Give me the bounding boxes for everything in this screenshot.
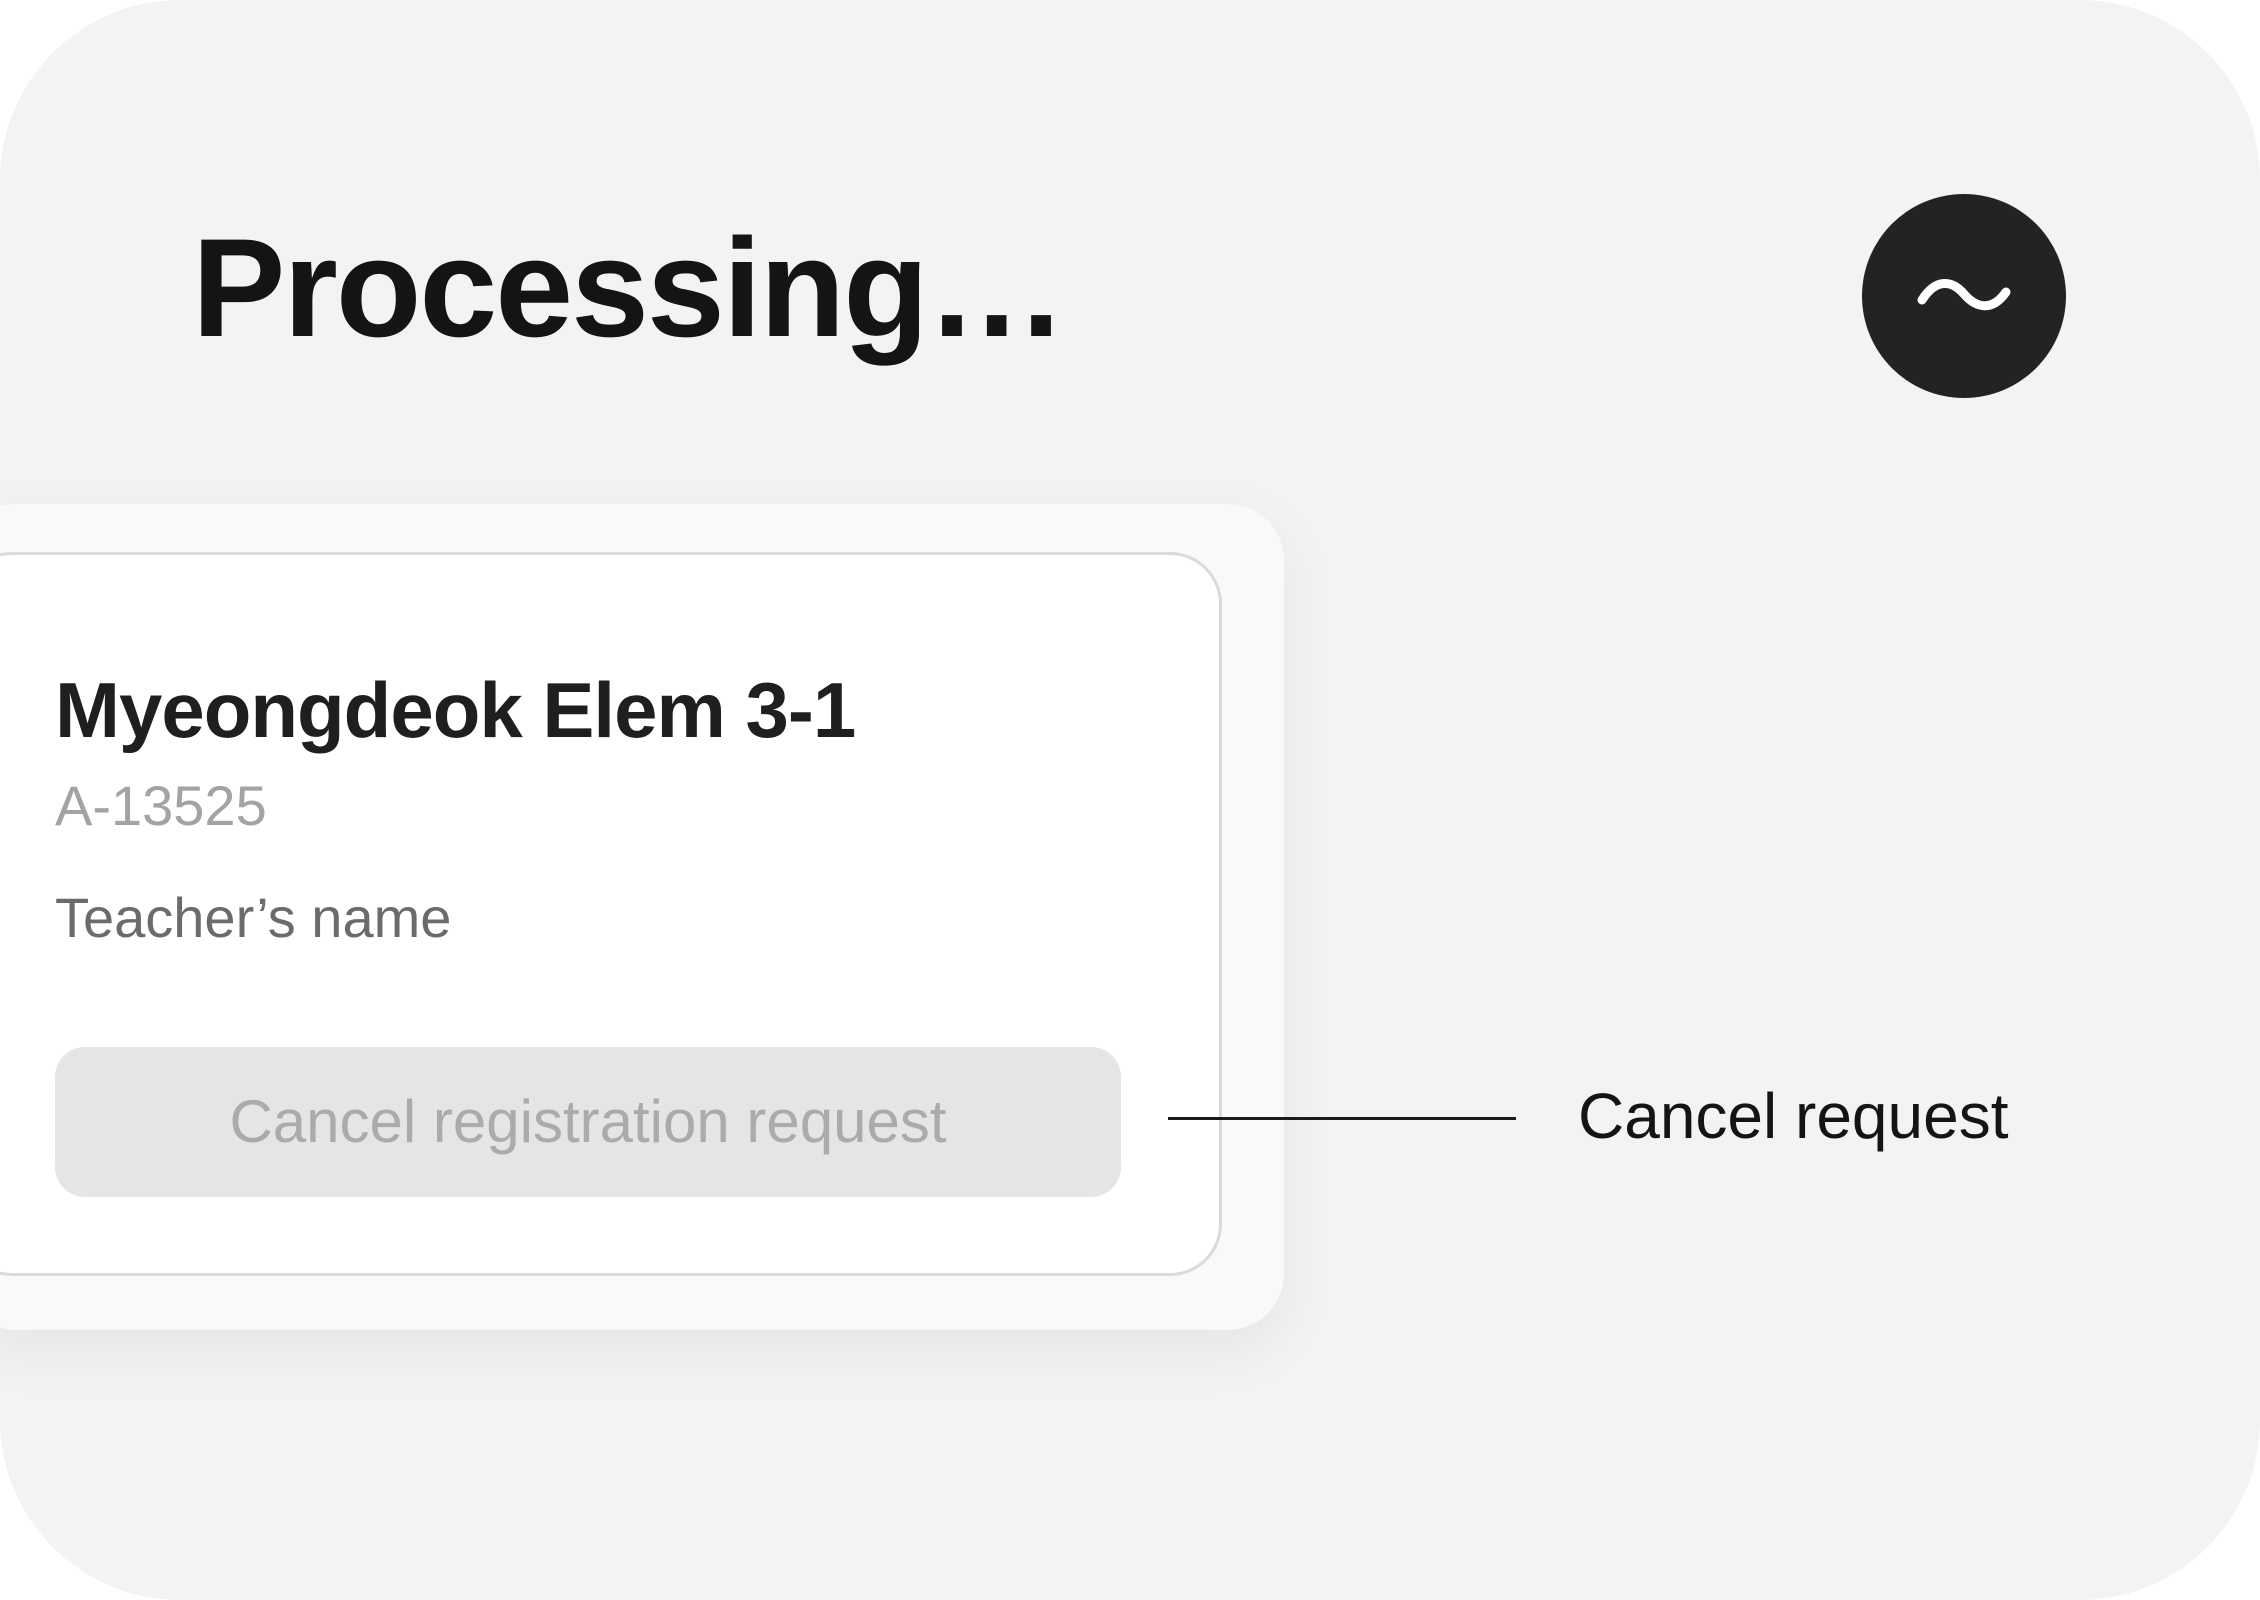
page-title: Processing…: [192, 209, 1067, 366]
screen-canvas: Processing… Myeongdeok Elem 3-1 A-13525 …: [0, 0, 2260, 1600]
class-card: Myeongdeok Elem 3-1 A-13525 Teacher’s na…: [0, 552, 1222, 1276]
callout-line: [1168, 1117, 1516, 1120]
callout-label: Cancel request: [1578, 1080, 2009, 1152]
teacher-name: Teacher’s name: [55, 886, 452, 949]
tilde-icon: [1917, 279, 2011, 311]
class-name: Myeongdeok Elem 3-1: [55, 666, 856, 754]
status-badge: [1862, 194, 2066, 398]
cancel-registration-button[interactable]: Cancel registration request: [55, 1047, 1121, 1197]
class-code: A-13525: [55, 774, 267, 837]
